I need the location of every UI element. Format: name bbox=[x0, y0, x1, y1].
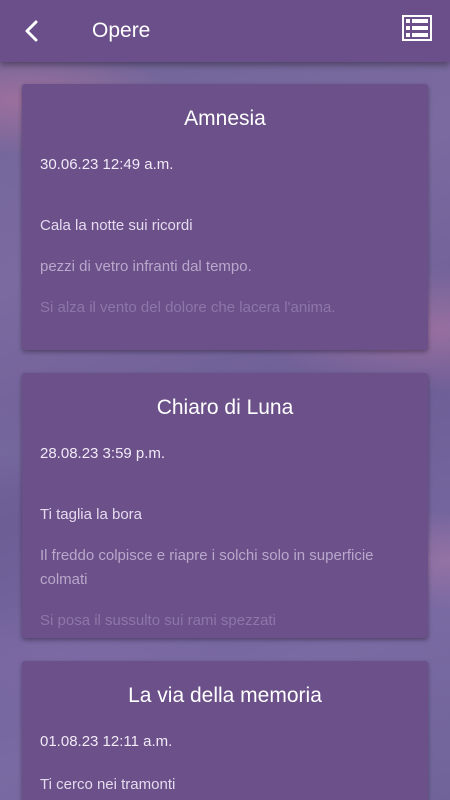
excerpt-line: Il freddo colpisce e riapre i solchi sol… bbox=[40, 547, 374, 588]
list-view-button[interactable] bbox=[402, 15, 434, 47]
excerpt-line: Cala la notte sui ricordi bbox=[40, 217, 193, 234]
list-view-icon bbox=[402, 15, 432, 41]
excerpt-line: Ti cerco nei tramonti bbox=[40, 776, 176, 793]
work-date: 30.06.23 12:49 a.m. bbox=[40, 156, 174, 173]
excerpt-line: Si alza il vento del dolore che lacera l… bbox=[40, 299, 336, 316]
work-card[interactable]: La via della memoria 01.08.23 12:11 a.m.… bbox=[22, 661, 428, 800]
page-title: Opere bbox=[92, 19, 151, 42]
chevron-left-icon bbox=[25, 20, 38, 42]
back-button[interactable] bbox=[14, 13, 50, 49]
app-bar: Opere bbox=[0, 0, 450, 62]
work-title: La via della memoria bbox=[128, 684, 322, 707]
work-card[interactable]: Chiaro di Luna 28.08.23 3:59 p.m. Ti tag… bbox=[22, 373, 428, 638]
excerpt-line: Si posa il sussulto sui rami spezzati bbox=[40, 612, 276, 629]
work-date: 28.08.23 3:59 p.m. bbox=[40, 445, 166, 462]
work-title: Amnesia bbox=[184, 107, 266, 130]
work-excerpt: Ti cerco nei tramonti bbox=[40, 773, 410, 800]
work-card[interactable]: Amnesia 30.06.23 12:49 a.m. Cala la nott… bbox=[22, 84, 428, 350]
work-excerpt: Ti taglia la bora Il freddo colpisce e r… bbox=[40, 503, 410, 638]
excerpt-line: Ti taglia la bora bbox=[40, 506, 142, 523]
work-title: Chiaro di Luna bbox=[156, 396, 294, 419]
work-date: 01.08.23 12:11 a.m. bbox=[40, 733, 173, 750]
excerpt-line: pezzi di vetro infranti dal tempo. bbox=[40, 258, 252, 275]
work-excerpt: Cala la notte sui ricordi pezzi di vetro… bbox=[40, 214, 410, 337]
